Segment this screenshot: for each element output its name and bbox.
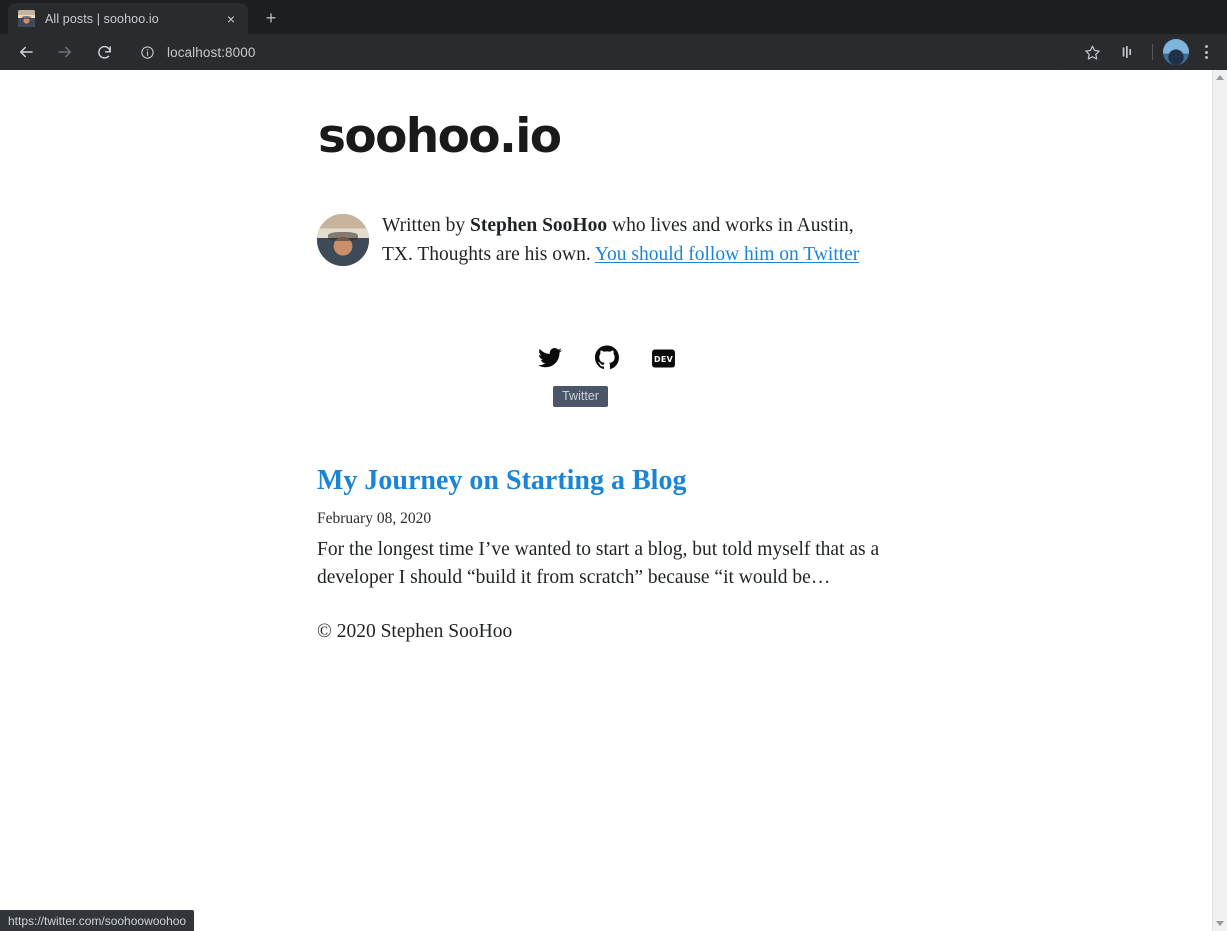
address-bar-text: localhost:8000 xyxy=(167,44,256,60)
post-title-link[interactable]: My Journey on Starting a Blog xyxy=(317,464,686,498)
tab-strip: All posts | soohoo.io × + xyxy=(0,0,1227,34)
page-footer: © 2020 Stephen SooHoo xyxy=(317,621,513,643)
address-bar[interactable]: localhost:8000 xyxy=(129,38,1068,66)
github-icon xyxy=(594,345,620,376)
author-bio: Written by Stephen SooHoo who lives and … xyxy=(317,212,896,269)
tab-favicon-icon xyxy=(18,10,35,27)
social-links: DEV xyxy=(536,345,678,376)
content-column: soohoo.io Written by Stephen SooHoo who … xyxy=(316,70,896,643)
close-icon[interactable]: × xyxy=(222,10,240,28)
reload-icon[interactable] xyxy=(87,37,121,67)
bio-text: Written by Stephen SooHoo who lives and … xyxy=(382,212,882,269)
side-panel-icon[interactable] xyxy=(1113,37,1143,67)
post-list: My Journey on Starting a Blog February 0… xyxy=(317,464,896,592)
info-circle-icon[interactable] xyxy=(133,38,161,66)
post-excerpt: For the longest time I’ve wanted to star… xyxy=(317,539,880,589)
three-dot-menu-icon[interactable] xyxy=(1193,37,1219,67)
bio-prefix: Written by xyxy=(382,215,471,237)
toolbar-divider xyxy=(1152,44,1153,60)
page-title: soohoo.io xyxy=(318,109,562,164)
browser-window: All posts | soohoo.io × + localhost:8000… xyxy=(0,0,1227,931)
back-icon[interactable] xyxy=(9,37,43,67)
bio-author-name: Stephen SooHoo xyxy=(470,215,608,237)
tab-title: All posts | soohoo.io xyxy=(45,11,159,26)
forward-icon[interactable] xyxy=(48,37,82,67)
browser-chrome: All posts | soohoo.io × + localhost:8000 xyxy=(0,0,1227,70)
social-links-section: DEV Twitter xyxy=(317,345,896,407)
twitter-icon-link[interactable] xyxy=(536,347,564,375)
tooltip: Twitter xyxy=(553,385,608,407)
avatar xyxy=(317,214,369,267)
dev-icon: DEV xyxy=(651,346,676,376)
status-bar-url: https://twitter.com/soohoowoohoo xyxy=(0,910,195,931)
profile-avatar[interactable] xyxy=(1163,39,1189,65)
dev-icon-link[interactable]: DEV xyxy=(650,347,678,375)
blog-page: soohoo.io Written by Stephen SooHoo who … xyxy=(0,70,1212,931)
page-viewport: soohoo.io Written by Stephen SooHoo who … xyxy=(0,70,1227,931)
browser-toolbar: localhost:8000 xyxy=(0,34,1227,70)
twitter-follow-link[interactable]: You should follow him on Twitter xyxy=(595,244,859,265)
page-scrollbar[interactable] xyxy=(1212,70,1227,931)
twitter-icon xyxy=(537,345,563,376)
post-date: February 08, 2020 xyxy=(317,510,432,528)
github-icon-link[interactable] xyxy=(593,345,621,376)
star-icon[interactable] xyxy=(1077,37,1107,67)
post-list-item: My Journey on Starting a Blog February 0… xyxy=(317,464,896,592)
toolbar-actions xyxy=(1074,37,1227,67)
scrollbar-down-arrow-icon[interactable] xyxy=(1213,916,1227,931)
new-tab-icon[interactable]: + xyxy=(258,5,284,31)
browser-tab[interactable]: All posts | soohoo.io × xyxy=(8,3,248,34)
svg-text:DEV: DEV xyxy=(654,355,674,364)
scrollbar-up-arrow-icon[interactable] xyxy=(1213,70,1227,85)
